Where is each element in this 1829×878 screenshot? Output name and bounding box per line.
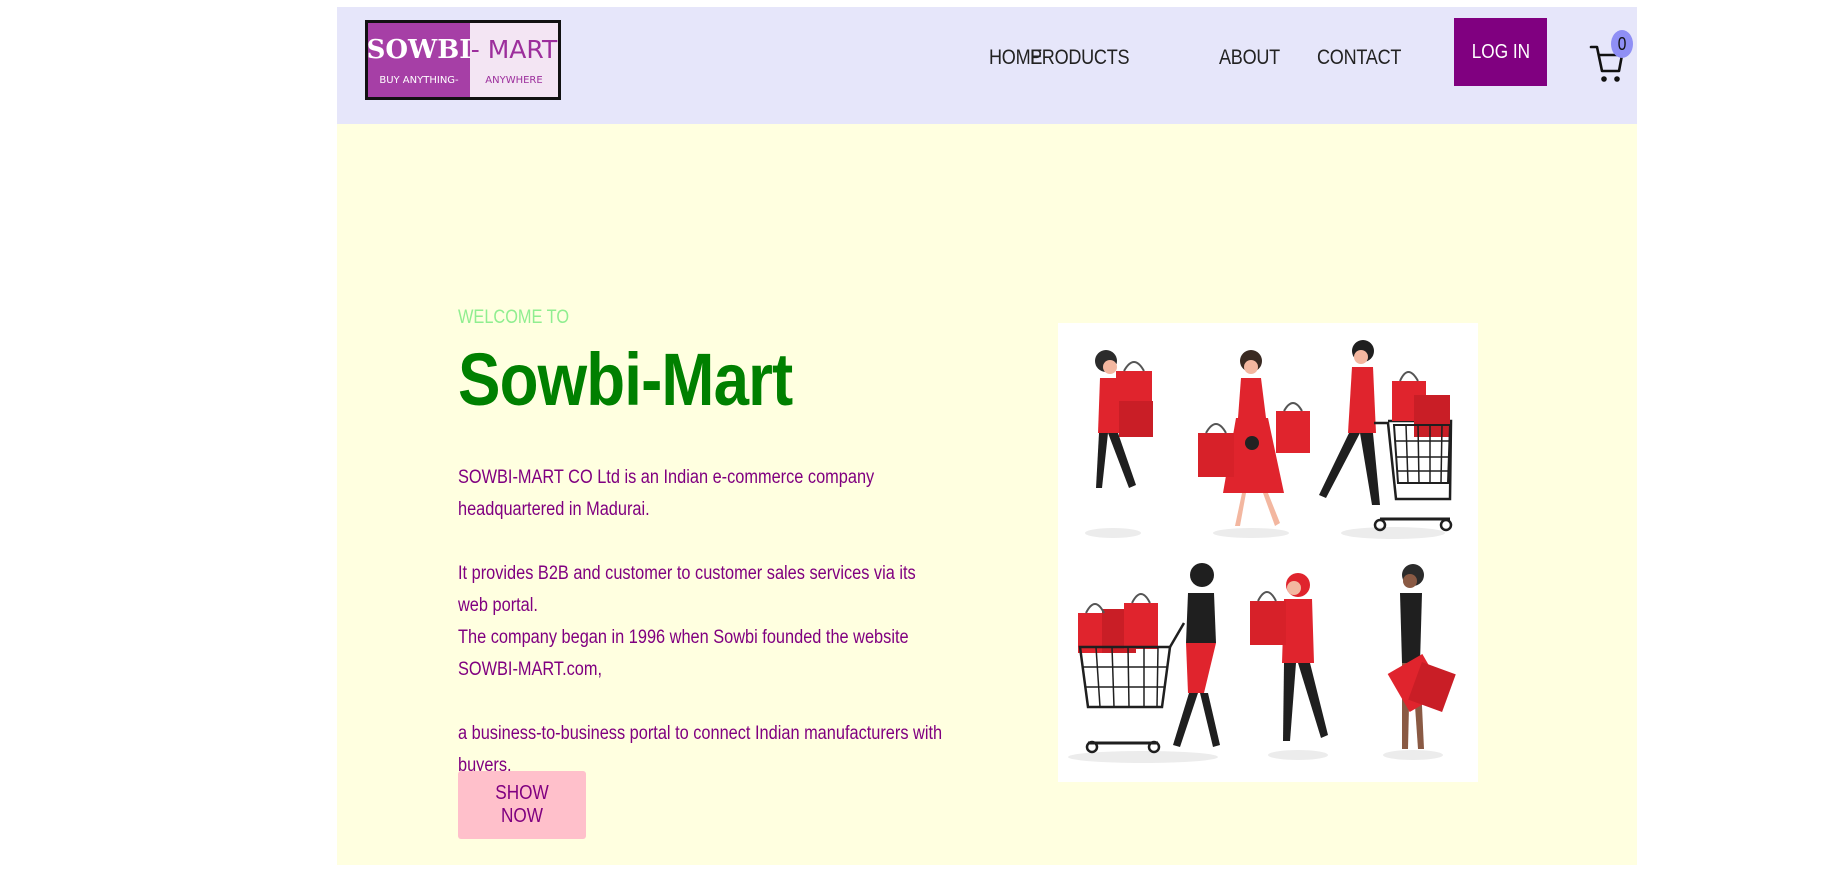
shopper-woman-dress: [1198, 350, 1310, 526]
hero-paragraph-1: SOWBI-MART CO Ltd is an Indian e-commerc…: [458, 467, 875, 520]
shoppers-illustration: [1058, 323, 1478, 782]
hero-title: Sowbi-Mart: [458, 338, 793, 421]
welcome-label: WELCOME TO: [458, 307, 570, 328]
cart-count: 0: [1617, 33, 1627, 54]
shop-now-button-label: SHOW NOW: [495, 782, 549, 827]
page-container: SOWBI BUY ANYTHING- - MART ANYWHERE HOME…: [337, 7, 1637, 865]
nav-link-about[interactable]: ABOUT: [1219, 46, 1280, 70]
shopper-woman-cart: [1078, 563, 1220, 754]
nav-link-products[interactable]: PRODUCTS: [1030, 46, 1130, 70]
navbar: SOWBI BUY ANYTHING- - MART ANYWHERE HOME…: [337, 7, 1637, 124]
hero-paragraph-2: It provides B2B and customer to customer…: [458, 563, 916, 616]
shopper-hoodie: [1250, 573, 1328, 741]
login-button[interactable]: LOG IN: [1454, 18, 1547, 86]
login-button-label: LOG IN: [1471, 40, 1530, 63]
shoppers-illustration-svg: [1068, 340, 1456, 763]
hero-paragraph-3: The company began in 1996 when Sowbi fou…: [458, 627, 909, 680]
cart-button[interactable]: 0: [1589, 30, 1633, 83]
shopper-woman-bags: [1095, 350, 1153, 488]
hero-text: WELCOME TO Sowbi-Mart SOWBI-MART CO Ltd …: [458, 307, 978, 776]
main-nav: HOME PRODUCTS ABOUT CONTACT: [337, 38, 1637, 78]
shopper-man-bag: [1387, 564, 1456, 749]
cart-count-badge: 0: [1611, 30, 1633, 58]
nav-link-contact[interactable]: CONTACT: [1317, 46, 1401, 70]
shopper-man-cart: [1319, 340, 1453, 532]
shop-now-button[interactable]: SHOW NOW: [458, 771, 586, 839]
